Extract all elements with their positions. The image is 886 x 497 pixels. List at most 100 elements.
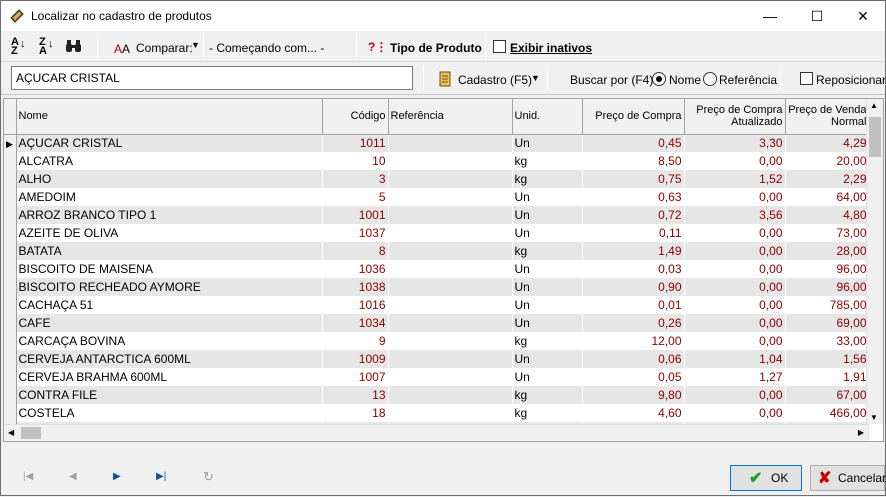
cell-unid: kg <box>512 404 583 422</box>
cell-preco-compra: 0,90 <box>582 278 685 296</box>
reposicionar-label[interactable]: Reposicionar <box>816 73 886 87</box>
title-bar: Localizar no cadastro de produtos — ☐ ✕ <box>1 1 885 31</box>
cell-nome: ALHO <box>16 170 323 188</box>
cell-preco-compra-atualizado: 0,00 <box>684 152 786 170</box>
sort-ascending-icon[interactable]: A Z ↓ <box>11 37 26 57</box>
table-row[interactable]: CARCAÇA BOVINA 9 kg 12,00 0,00 33,00 <box>4 332 870 350</box>
radio-referencia-label[interactable]: Referência <box>719 73 777 87</box>
header-nome[interactable]: Nome <box>16 99 323 135</box>
cell-preco-compra: 0,63 <box>582 188 685 206</box>
scroll-left-icon[interactable]: ◀ <box>8 428 14 437</box>
refresh-icon[interactable]: ↻ <box>203 469 214 485</box>
maximize-button[interactable]: ☐ <box>794 1 840 31</box>
cell-unid: kg <box>512 152 583 170</box>
previous-record-icon[interactable]: ◀ <box>69 471 77 482</box>
compare-dropdown-icon[interactable]: ▼ <box>191 40 200 50</box>
header-unid[interactable]: Unid. <box>512 99 583 135</box>
cell-codigo: 1036 <box>322 260 389 278</box>
dialog-window: Localizar no cadastro de produtos — ☐ ✕ … <box>0 0 886 496</box>
table-row[interactable]: BISCOITO RECHEADO AYMORE 1038 Un 0,90 0,00 96… <box>4 278 870 296</box>
scroll-right-icon[interactable]: ▶ <box>858 428 864 437</box>
cell-unid: Un <box>512 260 583 278</box>
cadastro-button[interactable]: Cadastro (F5) <box>458 73 532 87</box>
search-input[interactable] <box>11 66 413 90</box>
table-row[interactable]: AZEITE DE OLIVA 1037 Un 0,11 0,00 73,00 <box>4 224 870 242</box>
cadastro-dropdown-icon[interactable]: ▼ <box>531 73 540 83</box>
first-record-icon[interactable]: |◀ <box>23 471 33 482</box>
next-record-icon[interactable]: ▶ <box>113 471 121 482</box>
cell-preco-venda-normal: 466,00 <box>785 404 870 422</box>
cell-preco-compra: 8,50 <box>582 152 685 170</box>
scroll-down-icon[interactable]: ▼ <box>870 413 878 422</box>
table-row[interactable]: AMEDOIM 5 Un 0,63 0,00 64,00 <box>4 188 870 206</box>
close-button[interactable]: ✕ <box>840 1 886 31</box>
header-codigo[interactable]: Código <box>322 99 389 135</box>
cell-preco-compra-atualizado: 0,00 <box>684 332 786 350</box>
minimize-button[interactable]: — <box>747 1 793 31</box>
table-row[interactable]: CACHAÇA 51 1016 Un 0,01 0,00 785,00 <box>4 296 870 314</box>
header-referencia[interactable]: Referência <box>388 99 513 135</box>
table-row[interactable]: ALCATRA 10 kg 8,50 0,00 20,00 <box>4 152 870 170</box>
radio-referencia[interactable] <box>703 72 717 86</box>
binoculars-icon[interactable] <box>65 40 82 53</box>
cancel-button[interactable]: ✘ Cancelar <box>810 465 886 491</box>
horizontal-scroll-thumb[interactable] <box>21 427 41 439</box>
cell-preco-compra-atualizado: 0,00 <box>684 188 786 206</box>
table-row[interactable]: CAFE 1034 Un 0,26 0,00 69,00 <box>4 314 870 332</box>
table-row[interactable]: BISCOITO DE MAISENA 1036 Un 0,03 0,00 96,00 <box>4 260 870 278</box>
table-row[interactable]: CONTRA FILE 13 kg 9,80 0,00 67,00 <box>4 386 870 404</box>
row-indicator <box>4 224 17 242</box>
products-grid[interactable]: Nome Código Referência Unid. Preço de Co… <box>3 98 884 442</box>
row-indicator <box>4 368 17 386</box>
header-preco-compra[interactable]: Preço de Compra <box>582 99 685 135</box>
table-row[interactable]: CERVEJA BRAHMA 600ML 1007 Un 0,05 1,27 1,91 <box>4 368 870 386</box>
reposicionar-checkbox[interactable] <box>800 72 813 85</box>
cell-preco-compra-atualizado: 0,00 <box>684 224 786 242</box>
exibir-inativos-label[interactable]: Exibir inativos <box>510 41 592 55</box>
compare-mode-select[interactable]: - Começando com... - <box>209 41 324 55</box>
cell-codigo: 1011 <box>322 134 389 152</box>
horizontal-scrollbar[interactable]: ◀ ▶ <box>4 424 868 441</box>
ok-button[interactable]: ✔ OK <box>730 465 802 491</box>
bottom-bar: |◀ ◀ ▶ ▶| ↻ ✔ OK ✘ Cancelar <box>1 459 886 497</box>
cell-codigo: 1001 <box>322 206 389 224</box>
cell-referencia <box>388 242 513 260</box>
last-record-icon[interactable]: ▶| <box>156 471 166 482</box>
header-preco-compra-atualizado[interactable]: Preço de Compra Atualizado <box>684 99 786 135</box>
compare-icon: A A <box>114 42 130 55</box>
table-row[interactable]: ▶ AÇUCAR CRISTAL 1011 Un 0,45 3,30 4,29 <box>4 134 870 152</box>
table-row[interactable]: CERVEJA ANTARCTICA 600ML 1009 Un 0,06 1,04 1,… <box>4 350 870 368</box>
tipo-produto-button[interactable]: Tipo de Produto <box>390 41 482 55</box>
cell-preco-compra: 0,72 <box>582 206 685 224</box>
table-row[interactable]: ARROZ BRANCO TIPO 1 1001 Un 0,72 3,56 4,80 <box>4 206 870 224</box>
table-row[interactable]: BATATA 8 kg 1,49 0,00 28,00 <box>4 242 870 260</box>
header-preco-venda-normal[interactable]: Preço de Venda Normal <box>785 99 870 135</box>
compare-label[interactable]: Comparar: <box>136 41 193 55</box>
check-icon: ✔ <box>749 470 763 487</box>
cell-codigo: 18 <box>322 404 389 422</box>
cell-unid: kg <box>512 386 583 404</box>
table-row[interactable]: COSTELA 18 kg 4,60 0,00 466,00 <box>4 404 870 422</box>
svg-text:A: A <box>122 42 130 55</box>
row-indicator <box>4 260 17 278</box>
cell-nome: ALCATRA <box>16 152 323 170</box>
exibir-inativos-checkbox[interactable] <box>493 40 506 53</box>
cell-preco-venda-normal: 20,00 <box>785 152 870 170</box>
cell-unid: Un <box>512 188 583 206</box>
cell-preco-venda-normal: 67,00 <box>785 386 870 404</box>
cell-preco-venda-normal: 28,00 <box>785 242 870 260</box>
vertical-scrollbar[interactable]: ▲ ▼ <box>866 99 883 424</box>
sort-descending-icon[interactable]: Z A ↓ <box>39 37 54 57</box>
radio-nome[interactable] <box>652 72 666 86</box>
radio-nome-label[interactable]: Nome <box>669 73 701 87</box>
table-row[interactable]: ALHO 3 kg 0,75 1,52 2,29 <box>4 170 870 188</box>
row-indicator <box>4 386 17 404</box>
cell-nome: ARROZ BRANCO TIPO 1 <box>16 206 323 224</box>
vertical-scroll-thumb[interactable] <box>869 117 881 157</box>
scroll-up-icon[interactable]: ▲ <box>870 101 878 110</box>
cell-preco-compra-atualizado: 3,30 <box>684 134 786 152</box>
cell-codigo: 1037 <box>322 224 389 242</box>
ok-label: OK <box>771 471 789 485</box>
toolbar-separator <box>485 35 486 59</box>
cell-referencia <box>388 278 513 296</box>
